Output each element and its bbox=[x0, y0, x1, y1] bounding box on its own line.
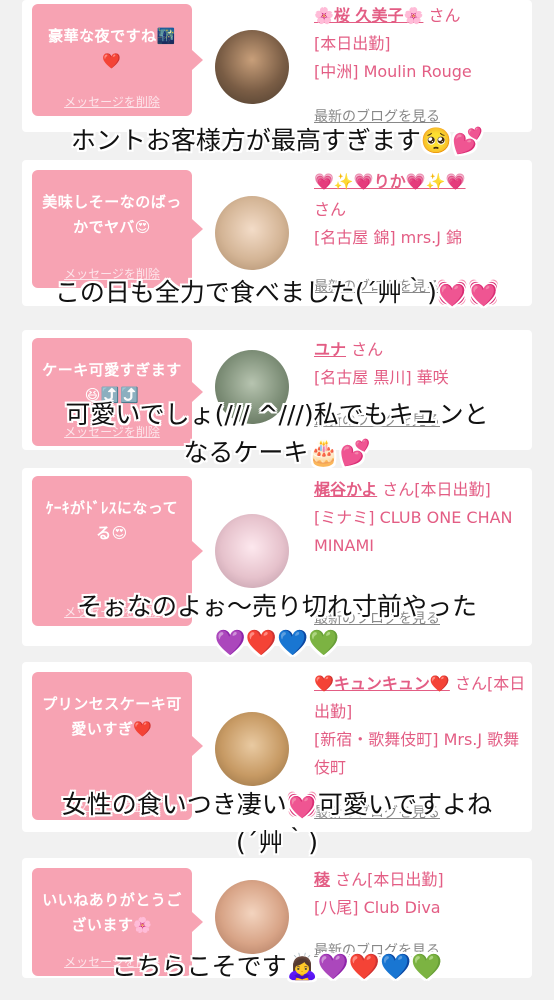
message-text: プリンセスケーキ可愛いすぎ❤️ bbox=[42, 695, 182, 738]
message-bubble: 美味しそーなのばっかでヤバ😍 メッセージを削除 bbox=[32, 170, 203, 288]
user-name-link[interactable]: 稜 bbox=[314, 870, 330, 889]
user-name-link[interactable]: 梶谷かよ bbox=[314, 480, 377, 499]
message-text: いいねありがとうございます🌸 bbox=[42, 891, 182, 934]
blog-link[interactable]: 最新のブログを見る bbox=[314, 106, 440, 126]
detail-line: [新宿・歌舞伎町] Mrs.J 歌舞伎町 bbox=[314, 730, 520, 777]
honorific: さん[本日出勤] bbox=[382, 480, 491, 499]
honorific: さん bbox=[351, 340, 384, 359]
user-info: ユナ さん [名古屋 黒川] 華咲 bbox=[314, 336, 526, 392]
honorific: さん bbox=[428, 6, 461, 25]
detail-line: [名古屋 黒川] 華咲 bbox=[314, 368, 449, 387]
overlay-caption: (´艸｀) bbox=[235, 828, 318, 857]
avatar[interactable] bbox=[215, 514, 289, 588]
detail-line: [ミナミ] CLUB ONE CHAN MINAMI bbox=[314, 508, 513, 555]
avatar[interactable] bbox=[215, 712, 289, 786]
detail-line: [中洲] Moulin Rouge bbox=[314, 62, 472, 81]
user-info: 梶谷かよ さん[本日出勤] [ミナミ] CLUB ONE CHAN MINAMI bbox=[314, 476, 526, 560]
overlay-caption: そぉなのよぉ〜売り切れ寸前やった bbox=[76, 592, 477, 621]
detail-line: [本日出勤] bbox=[314, 34, 391, 53]
overlay-caption: なるケーキ🎂💕 bbox=[183, 438, 371, 467]
user-info: 🌸桜 久美子🌸 さん [本日出勤] [中洲] Moulin Rouge bbox=[314, 2, 526, 86]
delete-message-link[interactable]: メッセージを削除 bbox=[32, 93, 192, 110]
avatar[interactable] bbox=[215, 880, 289, 954]
user-name-link[interactable]: ユナ bbox=[314, 340, 346, 359]
message-bubble: 豪華な夜ですね🌃❤️ メッセージを削除 bbox=[32, 4, 203, 116]
detail-line: [名古屋 錦] mrs.J 錦 bbox=[314, 228, 463, 247]
overlay-caption: 可愛いでしょ(/// ^///)私でもキュンと bbox=[65, 400, 489, 429]
detail-line: [八尾] Club Diva bbox=[314, 898, 441, 917]
post-card: ケーキ可愛すぎます😆⤴️⤴️ メッセージを削除 ユナ さん [名古屋 黒川] 華… bbox=[22, 330, 532, 450]
message-text: 美味しそーなのばっかでヤバ😍 bbox=[42, 193, 182, 236]
user-info: 稜 さん[本日出勤] [八尾] Club Diva bbox=[314, 866, 526, 922]
overlay-caption: この日も全力で食べました(´艸｀)💓💓 bbox=[54, 278, 500, 307]
avatar[interactable] bbox=[215, 30, 289, 104]
honorific: さん[本日出勤] bbox=[335, 870, 444, 889]
user-name-link[interactable]: 💗✨💗りか💗✨💗 bbox=[314, 172, 466, 191]
user-name-link[interactable]: 🌸桜 久美子🌸 bbox=[314, 6, 423, 25]
overlay-caption: 💜❤️💙💚 bbox=[214, 628, 340, 657]
honorific: さん bbox=[314, 200, 347, 219]
avatar[interactable] bbox=[215, 196, 289, 270]
overlay-caption: ホントお客様方が最高すぎます🥺💕 bbox=[70, 126, 484, 155]
user-name-link[interactable]: ❤️キュンキュン❤️ bbox=[314, 674, 450, 693]
user-info: 💗✨💗りか💗✨💗 さん [名古屋 錦] mrs.J 錦 bbox=[314, 168, 526, 252]
message-text: ｹｰｷがﾄﾞﾚｽになってる😍 bbox=[45, 499, 179, 542]
overlay-caption: こちらこそです🙇‍♀️💜❤️💙💚 bbox=[111, 952, 443, 981]
message-text: 豪華な夜ですね🌃❤️ bbox=[48, 27, 176, 70]
user-info: ❤️キュンキュン❤️ さん[本日出勤] [新宿・歌舞伎町] Mrs.J 歌舞伎町 bbox=[314, 670, 526, 782]
post-card: 豪華な夜ですね🌃❤️ メッセージを削除 🌸桜 久美子🌸 さん [本日出勤] [中… bbox=[22, 0, 532, 132]
overlay-caption: 女性の食いつき凄い💓可愛いですよね bbox=[61, 790, 493, 819]
